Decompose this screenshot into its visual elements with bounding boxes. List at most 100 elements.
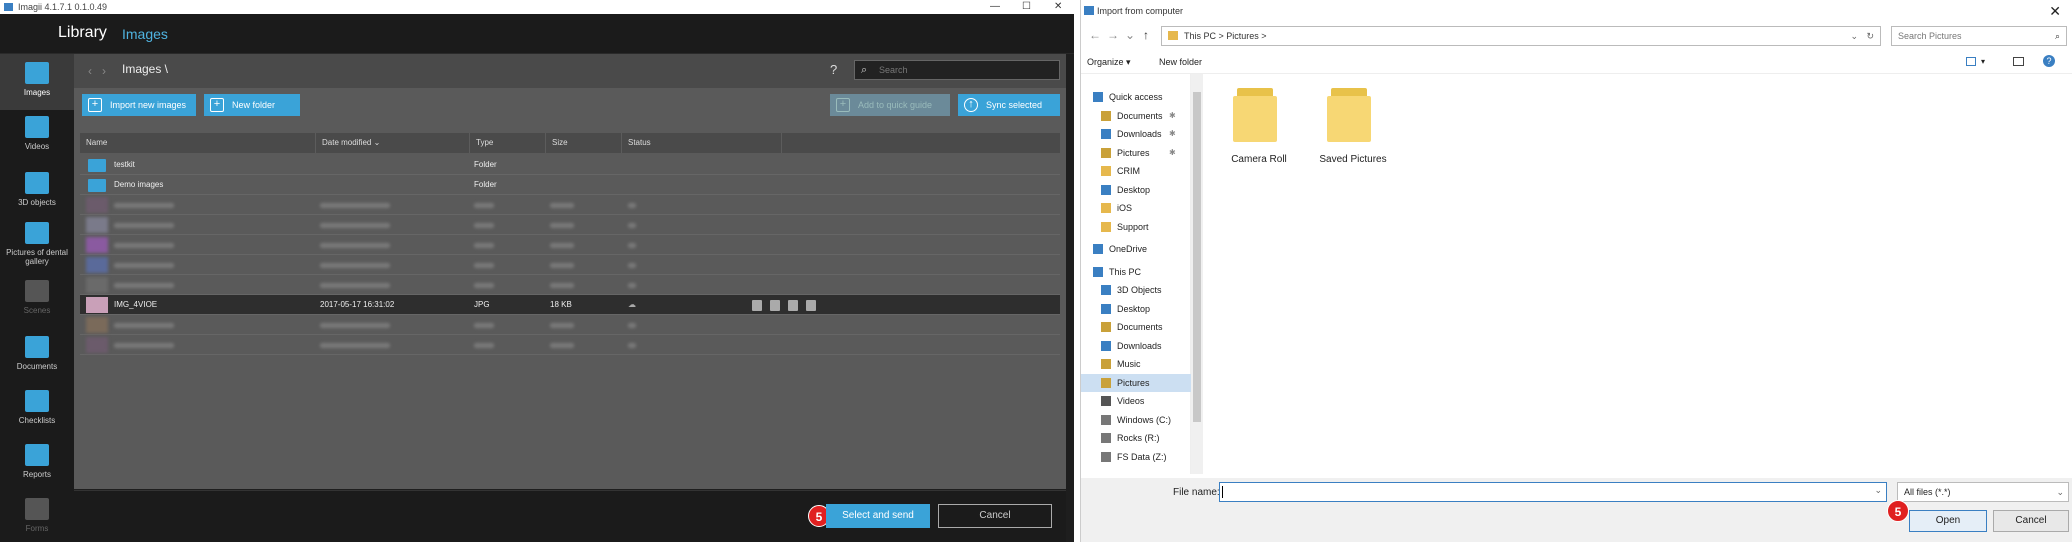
documents-icon (25, 336, 49, 358)
sidebar-item-images[interactable]: Images (0, 54, 74, 110)
nav-item[interactable]: Rocks (R:) (1081, 429, 1191, 447)
nav-item-label: CRIM (1117, 166, 1140, 176)
edit-icon[interactable] (788, 300, 798, 311)
table-row[interactable] (80, 275, 1060, 295)
column-header-size[interactable]: Size (546, 133, 622, 153)
blurred-text (628, 243, 636, 248)
chevron-down-icon[interactable]: ⌄ (1125, 28, 1135, 42)
select-and-send-button[interactable]: Select and send (826, 504, 930, 528)
add-to-quick-guide-button[interactable]: + Add to quick guide (830, 94, 950, 116)
sidebar-item-reports[interactable]: Reports (0, 436, 74, 492)
nav-item-label: iOS (1117, 203, 1133, 213)
new-folder-button[interactable]: New folder (1159, 50, 1202, 74)
nav-item[interactable]: Pictures (1081, 373, 1191, 392)
file-type-select[interactable]: All files (*.*) ⌄ (1897, 482, 2069, 502)
nav-item[interactable]: Pictures ✱ (1081, 144, 1191, 162)
nav-item-label: 3D Objects (1117, 285, 1162, 295)
breadcrumb[interactable]: Images \ (122, 62, 168, 76)
import-new-images-button[interactable]: + Import new images (82, 94, 196, 116)
nav-item[interactable]: 3D Objects (1081, 281, 1191, 299)
nav-item[interactable]: Documents (1081, 318, 1191, 336)
column-header-status[interactable]: Status (622, 133, 782, 153)
blurred-text (474, 283, 494, 288)
column-header-name[interactable]: Name (80, 133, 316, 153)
sidebar-item-documents[interactable]: Documents (0, 328, 74, 384)
nav-item-label: Quick access (1109, 92, 1163, 102)
nav-item[interactable]: Downloads ✱ (1081, 125, 1191, 143)
nav-item[interactable]: Desktop (1081, 300, 1191, 318)
search-pictures-input[interactable]: Search Pictures ⌕ (1891, 26, 2067, 46)
blurred-text (550, 323, 574, 328)
chevron-down-icon[interactable]: ▾ (1981, 50, 1985, 74)
folder-icon[interactable] (1325, 88, 1381, 144)
sync-selected-button[interactable]: ↑ Sync selected (958, 94, 1060, 116)
organize-menu[interactable]: Organize ▾ (1087, 50, 1131, 74)
pin-icon[interactable]: ✱ (1169, 125, 1176, 143)
nav-item[interactable]: Documents ✱ (1081, 107, 1191, 125)
table-row[interactable] (80, 335, 1060, 355)
open-button[interactable]: Open (1909, 510, 1987, 532)
table-row[interactable] (80, 215, 1060, 235)
nav-item[interactable]: Downloads (1081, 337, 1191, 355)
delete-icon[interactable] (806, 300, 816, 311)
cancel-button[interactable]: Cancel (1993, 510, 2069, 532)
folder-icon[interactable] (1231, 88, 1287, 144)
nav-item[interactable]: Videos (1081, 392, 1191, 410)
table-row[interactable] (80, 315, 1060, 335)
column-header-type[interactable]: Type (470, 133, 546, 153)
nav-item[interactable]: Quick access (1081, 88, 1191, 106)
refresh-icon[interactable]: ↻ (1866, 27, 1874, 45)
scrollbar-thumb[interactable] (1193, 92, 1201, 422)
nav-item[interactable]: CRIM (1081, 162, 1191, 180)
column-header-date[interactable]: Date modified ⌄ (316, 133, 470, 153)
nav-item[interactable]: Support (1081, 218, 1191, 236)
table-row[interactable]: Demo images Folder (80, 175, 1060, 195)
up-arrow-icon[interactable]: ↑ (1143, 28, 1149, 42)
nav-item[interactable]: This PC (1081, 263, 1191, 281)
maximize-button[interactable]: ☐ (1022, 0, 1031, 14)
table-row[interactable] (80, 235, 1060, 255)
dialog-close-button[interactable]: ✕ (2049, 0, 2061, 22)
sidebar-item-checklists[interactable]: Checklists (0, 382, 74, 438)
nav-item[interactable]: OneDrive (1081, 240, 1191, 258)
nav-item[interactable]: iOS (1081, 199, 1191, 217)
forward-arrow-icon[interactable]: › (102, 64, 106, 78)
cancel-button[interactable]: Cancel (938, 504, 1052, 528)
view-options-icon[interactable] (1966, 57, 1976, 66)
new-folder-button[interactable]: + New folder (204, 94, 300, 116)
save-icon[interactable] (752, 300, 762, 311)
sync-icon: ↑ (964, 98, 978, 112)
dropdown-icon[interactable]: ⌄ (1850, 27, 1858, 45)
table-row[interactable]: IMG_4VIOE 2017-05-17 16:31:02 JPG 18 KB ☁ (80, 295, 1060, 315)
sidebar-item-videos[interactable]: Videos (0, 108, 74, 164)
nav-item[interactable]: FS Data (Z:) (1081, 448, 1191, 466)
nav-item[interactable]: Desktop (1081, 181, 1191, 199)
nav-item[interactable]: Music (1081, 355, 1191, 373)
forward-arrow-icon[interactable]: → (1107, 28, 1119, 42)
preview-pane-icon[interactable] (2013, 57, 2024, 66)
table-row[interactable]: testkit Folder (80, 155, 1060, 175)
pin-icon[interactable]: ✱ (1169, 107, 1176, 125)
file-name-input[interactable]: ⌄ (1219, 482, 1887, 502)
folder-label-camera-roll[interactable]: Camera Roll (1209, 154, 1309, 165)
help-icon[interactable]: ? (830, 62, 837, 77)
move-icon[interactable] (770, 300, 780, 311)
table-row[interactable] (80, 195, 1060, 215)
help-icon[interactable]: ? (2043, 55, 2055, 67)
back-arrow-icon[interactable]: ← (1089, 28, 1101, 42)
row-type: JPG (474, 300, 490, 309)
sidebar-item-forms[interactable]: Forms (0, 490, 74, 542)
table-row[interactable] (80, 255, 1060, 275)
chevron-down-icon[interactable]: ⌄ (1874, 485, 1882, 496)
folder-label-saved-pictures[interactable]: Saved Pictures (1303, 154, 1403, 165)
nav-item[interactable]: Windows (C:) (1081, 411, 1191, 429)
nav-scrollbar[interactable] (1191, 74, 1203, 474)
close-button[interactable]: ✕ (1054, 0, 1062, 14)
sidebar-item-scenes[interactable]: Scenes (0, 272, 74, 328)
back-arrow-icon[interactable]: ‹ (88, 64, 92, 78)
pin-icon[interactable]: ✱ (1169, 144, 1176, 162)
address-bar[interactable]: This PC > Pictures > ⌄ ↻ (1161, 26, 1881, 46)
library-search-input[interactable]: ⌕ Search (854, 60, 1060, 80)
sidebar-item-3d-objects[interactable]: 3D objects (0, 164, 74, 220)
minimize-button[interactable]: — (990, 0, 1000, 14)
